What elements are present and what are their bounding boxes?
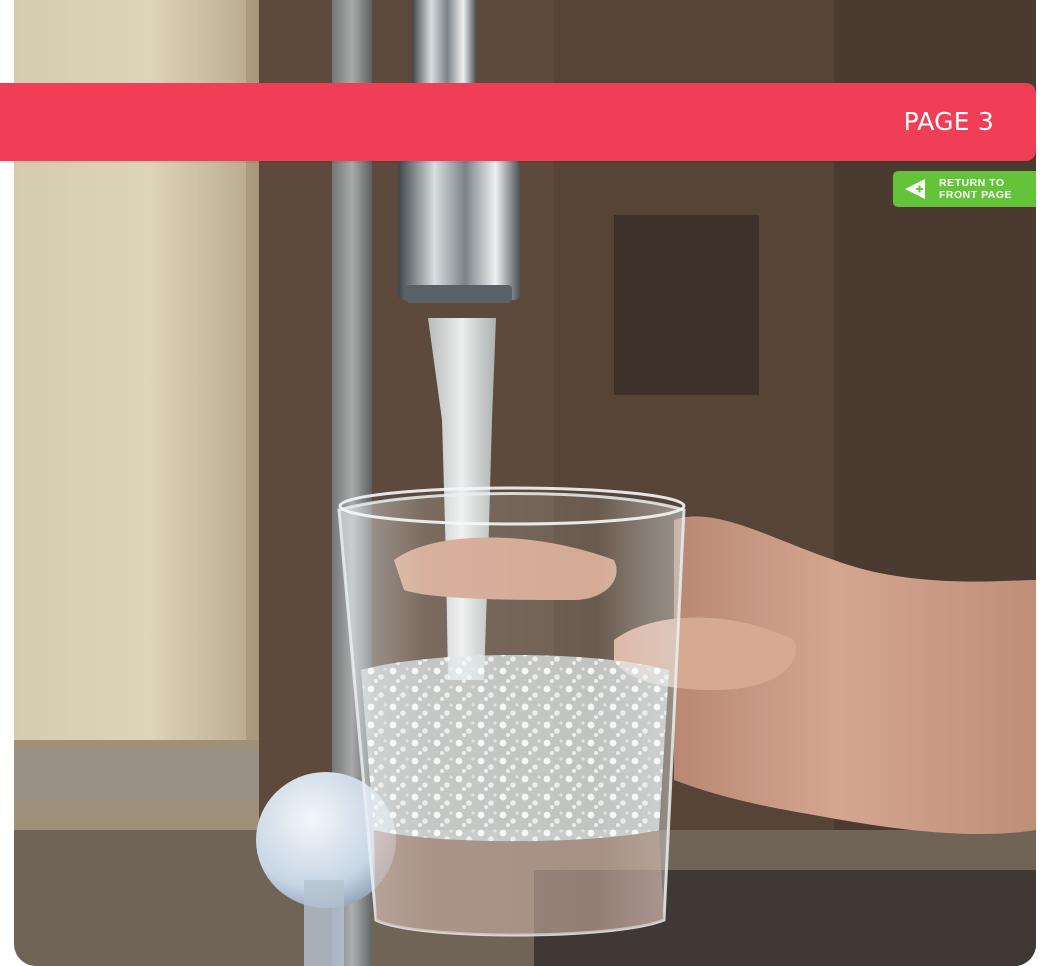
arrow-left-plus-icon [905,179,925,199]
return-label-line-1: RETURN TO [939,177,1005,189]
return-label-line-2: FRONT PAGE [939,189,1013,201]
page-number-label: PAGE 3 [903,107,994,136]
return-button-label: RETURN TO FRONT PAGE [939,177,1012,201]
return-to-front-page-button[interactable]: RETURN TO FRONT PAGE [893,171,1036,207]
page-3: PAGE 3 RETURN TO FRONT PAGE [0,0,1047,966]
page-banner: PAGE 3 [0,83,1036,161]
